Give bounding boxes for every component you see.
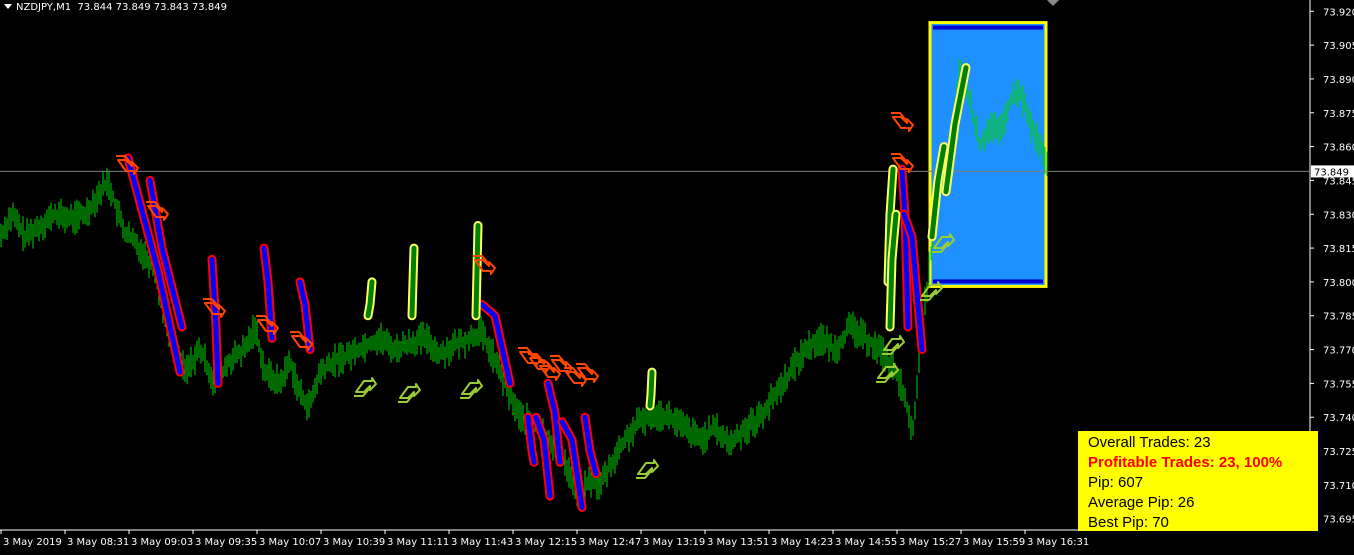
highlight-zone-top-band: [933, 25, 1043, 30]
y-tick-label: 73.755: [1323, 379, 1354, 390]
overall-trades: Overall Trades: 23: [1088, 434, 1211, 451]
y-tick-label: 73.860: [1323, 143, 1354, 154]
x-tick-label: 3 May 13:51: [707, 537, 769, 548]
x-tick-label: 3 May 08:31: [67, 537, 129, 548]
stats-panel: Overall Trades: 23 Profitable Trades: 23…: [1078, 431, 1318, 531]
x-tick-label: 3 May 12:47: [579, 537, 641, 548]
buy-arrow-icon: [882, 335, 905, 355]
symbol-timeframe: NZDJPY,M1: [16, 2, 72, 13]
sell-arrow-icon: [538, 361, 561, 381]
x-tick-label: 3 May 2019: [3, 537, 62, 548]
x-tick-label: 3 May 15:27: [899, 537, 961, 548]
x-tick-label: 3 May 10:39: [323, 537, 385, 548]
y-tick-label: 73.695: [1323, 515, 1354, 526]
y-tick-label: 73.710: [1323, 481, 1354, 492]
profitable-trades: Profitable Trades: 23, 100%: [1088, 454, 1283, 471]
buy-arrow-icon: [354, 377, 377, 397]
total-pips: Pip: 607: [1088, 474, 1144, 491]
y-tick-label: 73.905: [1323, 41, 1354, 52]
y-tick-label: 73.785: [1323, 312, 1354, 323]
buy-arrow-icon: [876, 363, 899, 383]
x-tick-label: 3 May 11:11: [387, 537, 449, 548]
y-tick-label: 73.770: [1323, 346, 1354, 357]
y-tick-label: 73.815: [1323, 244, 1354, 255]
y-tick-label: 73.725: [1323, 447, 1354, 458]
x-tick-label: 3 May 15:59: [963, 537, 1025, 548]
buy-trade: [409, 245, 417, 319]
best-pip: Best Pip: 70: [1088, 514, 1169, 531]
buy-trade: [647, 369, 655, 409]
y-tick-label: 73.740: [1323, 413, 1354, 424]
buy-trade: [473, 223, 481, 319]
buy-arrow-icon: [920, 281, 943, 301]
sell-trades: [123, 153, 927, 512]
average-pip: Average Pip: 26: [1088, 494, 1195, 511]
sell-arrow-icon: [891, 112, 914, 132]
highlight-zone-bottom-band: [933, 279, 1043, 284]
y-tick-label: 73.890: [1323, 75, 1354, 86]
sell-arrow-icon: [576, 363, 599, 383]
chart-title-bar: NZDJPY,M1 73.844 73.849 73.843 73.849: [4, 2, 227, 13]
x-tick-label: 3 May 09:35: [195, 537, 257, 548]
buy-arrow-icon: [636, 459, 659, 479]
y-tick-label: 73.800: [1323, 278, 1354, 289]
x-tick-label: 3 May 14:55: [835, 537, 897, 548]
chart-shift-marker-icon[interactable]: [1047, 0, 1059, 6]
y-tick-label: 73.920: [1323, 7, 1354, 18]
buy-arrow-icon: [460, 379, 483, 399]
x-tick-label: 3 May 13:19: [643, 537, 705, 548]
chart-menu-triangle-icon[interactable]: [4, 4, 12, 9]
x-tick-label: 3 May 14:23: [771, 537, 833, 548]
buy-trades: [363, 63, 971, 411]
x-tick-label: 3 May 09:03: [131, 537, 193, 548]
buy-arrow-icon: [398, 383, 421, 403]
ohlc-readout: 73.844 73.849 73.843 73.849: [77, 2, 227, 13]
x-tick-label: 3 May 10:07: [259, 537, 321, 548]
y-tick-label: 73.830: [1323, 210, 1354, 221]
y-tick-label: 73.845: [1323, 176, 1354, 187]
x-tick-label: 3 May 11:43: [451, 537, 513, 548]
x-tick-label: 3 May 16:31: [1027, 537, 1089, 548]
y-tick-label: 73.875: [1323, 109, 1354, 120]
x-tick-label: 3 May 12:15: [515, 537, 577, 548]
